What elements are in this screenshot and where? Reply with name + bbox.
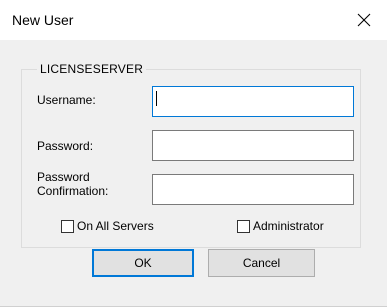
administrator-label: Administrator: [253, 219, 324, 233]
on-all-servers-checkbox[interactable]: On All Servers: [61, 219, 154, 233]
new-user-dialog: New User LICENSESERVER Username: Passwor…: [0, 0, 387, 307]
username-label: Username:: [37, 93, 96, 107]
password-confirmation-field[interactable]: [152, 174, 354, 205]
confirm-label-line2: Confirmation:: [37, 184, 109, 198]
username-field[interactable]: [152, 86, 354, 117]
close-button[interactable]: [341, 0, 387, 40]
administrator-checkbox[interactable]: Administrator: [237, 219, 324, 233]
checkbox-box[interactable]: [61, 219, 74, 233]
text-caret: [156, 91, 157, 106]
password-field[interactable]: [152, 130, 354, 161]
checkbox-box[interactable]: [237, 219, 250, 233]
group-legend: LICENSESERVER: [37, 62, 147, 76]
confirm-label-line1: Password: [37, 170, 90, 184]
password-label: Password:: [37, 139, 94, 153]
title-bar: New User: [0, 0, 387, 40]
close-icon: [357, 13, 371, 27]
ok-button[interactable]: OK: [92, 249, 194, 277]
on-all-servers-label: On All Servers: [77, 219, 154, 233]
cancel-button[interactable]: Cancel: [208, 249, 315, 277]
dialog-title: New User: [12, 12, 74, 28]
